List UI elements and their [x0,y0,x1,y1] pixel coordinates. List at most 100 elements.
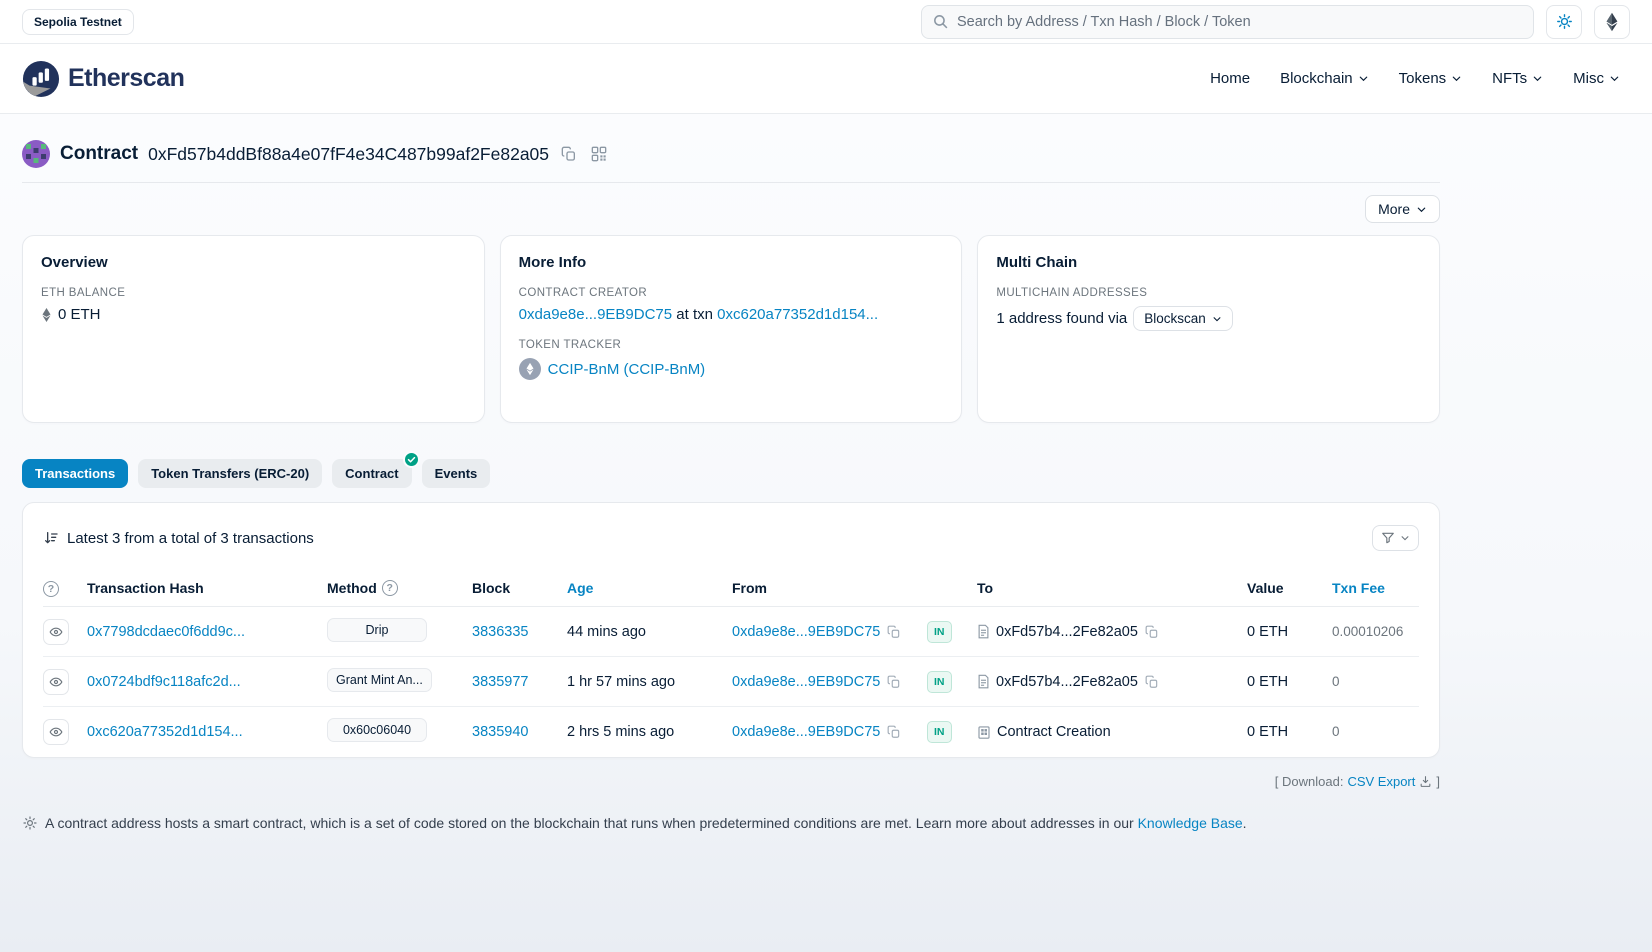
page-body: Contract 0xFd57b4ddBf88a4e07fF4e34C487b9… [0,114,1652,952]
copy-address-icon[interactable] [559,144,579,164]
nav-blockchain[interactable]: Blockchain [1280,70,1369,87]
to-address: Contract Creation [997,724,1111,740]
tab-events[interactable]: Events [422,459,491,488]
token-tracker-label: TOKEN TRACKER [519,339,944,351]
csv-export-link[interactable]: CSV Export [1347,774,1415,789]
copy-from-icon[interactable] [886,624,902,640]
creator-address-link[interactable]: 0xda9e8e...9EB9DC75 [519,306,672,323]
txn-hash-link[interactable]: 0x7798dcdaec0f6dd9c... [87,624,312,640]
main-nav: Home Blockchain Tokens NFTs Misc [1210,70,1630,87]
copy-to-icon[interactable] [1144,624,1160,640]
copy-to-icon[interactable] [1144,674,1160,690]
qr-code-icon[interactable] [589,144,609,164]
multichain-card: Multi Chain MULTICHAIN ADDRESSES 1 addre… [977,235,1440,423]
contract-address: 0xFd57b4ddBf88a4e07fF4e34C487b99af2Fe82a… [148,144,549,165]
verified-check-icon [403,451,420,468]
block-link[interactable]: 3835940 [472,724,528,740]
block-link[interactable]: 3835977 [472,674,528,690]
chevron-down-icon [1400,533,1410,543]
sort-icon [43,530,59,546]
download-suffix: ] [1436,774,1440,789]
creator-middle-text: at txn [672,306,717,323]
col-method: Method [327,580,377,596]
chevron-down-icon [1416,204,1427,215]
table-row: 0xc620a77352d1d154... 0x60c06040 3835940… [43,707,1419,757]
sun-icon [1556,13,1573,30]
fee-text: 0.00010206 [1332,624,1403,639]
multichain-addresses-label: MULTICHAIN ADDRESSES [996,287,1421,299]
ethereum-network-button[interactable] [1594,5,1630,39]
etherscan-logo-icon [22,60,60,98]
multichain-title: Multi Chain [996,254,1421,271]
eye-button[interactable] [43,719,69,745]
col-to: To [977,580,1247,596]
creator-txn-link[interactable]: 0xc620a77352d1d154... [717,306,878,323]
knowledge-base-link[interactable]: Knowledge Base [1138,815,1243,831]
etherscan-logo[interactable]: Etherscan [22,60,184,98]
copy-from-icon[interactable] [886,674,902,690]
age-text: 44 mins ago [567,624,646,640]
token-tracker-link[interactable]: CCIP-BnM (CCIP-BnM) [548,361,706,378]
nav-tokens[interactable]: Tokens [1399,70,1463,87]
chevron-down-icon [1358,73,1369,84]
eye-button[interactable] [43,669,69,695]
to-address: 0xFd57b4...2Fe82a05 [996,624,1138,640]
search-icon [932,13,949,30]
search-box[interactable] [921,5,1534,39]
help-icon[interactable]: ? [43,581,59,597]
method-help-icon[interactable]: ? [382,580,398,596]
block-link[interactable]: 3836335 [472,624,528,640]
tab-contract[interactable]: Contract [332,459,411,488]
search-input[interactable] [957,14,1523,30]
tab-transactions[interactable]: Transactions [22,459,128,488]
download-icon [1419,775,1432,788]
nav-nfts[interactable]: NFTs [1492,70,1543,87]
method-badge[interactable]: Grant Mint An... [327,668,432,692]
more-info-title: More Info [519,254,944,271]
col-txn-fee-toggle[interactable]: Txn Fee [1332,580,1385,596]
network-badge[interactable]: Sepolia Testnet [22,9,134,35]
eye-button[interactable] [43,619,69,645]
value-text: 0 ETH [1247,724,1288,740]
txn-hash-link[interactable]: 0x0724bdf9c118afc2d... [87,674,312,690]
main-header: Etherscan Home Blockchain Tokens NFTs Mi… [0,44,1652,114]
transactions-tbody: 0x7798dcdaec0f6dd9c... Drip 3836335 44 m… [43,607,1419,757]
table-header: ? Transaction Hash Method ? Block Age Fr… [43,569,1419,607]
page-title: Contract [60,143,138,165]
txn-hash-link[interactable]: 0xc620a77352d1d154... [87,724,312,740]
document-icon [977,674,990,689]
from-address-link[interactable]: 0xda9e8e...9EB9DC75 [732,724,880,740]
filter-button[interactable] [1372,525,1419,551]
chevron-down-icon [1532,73,1543,84]
nav-home[interactable]: Home [1210,70,1250,87]
age-text: 2 hrs 5 mins ago [567,724,674,740]
col-value: Value [1247,580,1332,596]
more-button[interactable]: More [1365,195,1440,223]
fee-text: 0 [1332,674,1340,689]
age-text: 1 hr 57 mins ago [567,674,675,690]
table-row: 0x7798dcdaec0f6dd9c... Drip 3836335 44 m… [43,607,1419,657]
method-badge[interactable]: Drip [327,618,427,642]
contract-creation-icon [977,725,991,740]
method-badge[interactable]: 0x60c06040 [327,718,427,742]
brand-name: Etherscan [68,64,184,93]
nav-misc[interactable]: Misc [1573,70,1620,87]
blockscan-dropdown[interactable]: Blockscan [1133,306,1233,331]
value-text: 0 ETH [1247,624,1288,640]
from-address-link[interactable]: 0xda9e8e...9EB9DC75 [732,624,880,640]
contract-creator-label: CONTRACT CREATOR [519,287,944,299]
table-row: 0x0724bdf9c118afc2d... Grant Mint An... … [43,657,1419,707]
eth-balance-value: 0 ETH [58,306,101,323]
footnote-text: A contract address hosts a smart contrac… [45,815,1138,831]
download-prefix: [ Download: [1275,774,1344,789]
from-address-link[interactable]: 0xda9e8e...9EB9DC75 [732,674,880,690]
tab-token-transfers[interactable]: Token Transfers (ERC-20) [138,459,322,488]
theme-toggle-button[interactable] [1546,5,1582,39]
col-age-toggle[interactable]: Age [567,580,593,596]
download-row: [ Download: CSV Export ] [22,774,1440,789]
copy-from-icon[interactable] [886,724,902,740]
chevron-down-icon [1451,73,1462,84]
contract-footnote: A contract address hosts a smart contrac… [22,815,1440,861]
top-bar: Sepolia Testnet [0,0,1652,44]
col-block: Block [472,580,567,596]
